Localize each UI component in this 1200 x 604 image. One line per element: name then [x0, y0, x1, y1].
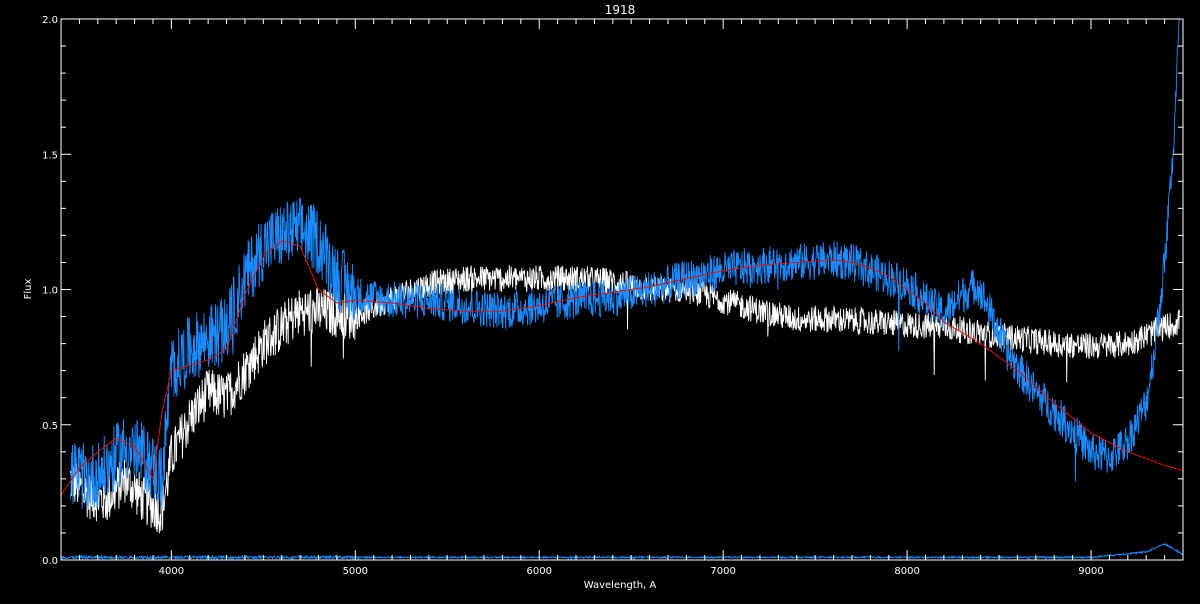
y-tick-label: 0.0 [42, 556, 58, 567]
x-tick-label: 7000 [710, 566, 735, 577]
y-tick-label: 1.5 [42, 150, 58, 161]
y-tick-label: 2.0 [42, 15, 58, 26]
spectrum-chart: 1918 Wavelength, A Flux 4000 5000 6000 7000… [23, 3, 1184, 591]
y-tick-label: 0.5 [42, 421, 58, 432]
x-axis-title: Wavelength, A [584, 580, 657, 591]
series-line-4 [60, 543, 1184, 562]
x-tick-label: 8000 [894, 566, 919, 577]
y-axis-title: Flux [23, 279, 34, 300]
series-layer [60, 18, 1184, 562]
series-line-2 [69, 18, 1180, 510]
x-tick-label: 5000 [343, 566, 368, 577]
chart-title: 1918 [605, 3, 636, 17]
y-tick-label: 1.0 [42, 286, 58, 297]
x-tick-label: 6000 [527, 566, 552, 577]
chart-root: 1918 Wavelength, A Flux 4000 5000 6000 7000… [0, 0, 1200, 600]
axes-layer: 4000 5000 6000 7000 8000 9000 0.0 0.5 1.0 1.5 2.0 [42, 15, 1184, 577]
series-line-3 [60, 240, 1184, 496]
x-tick-label: 4000 [159, 566, 184, 577]
x-tick-label: 9000 [1078, 566, 1103, 577]
